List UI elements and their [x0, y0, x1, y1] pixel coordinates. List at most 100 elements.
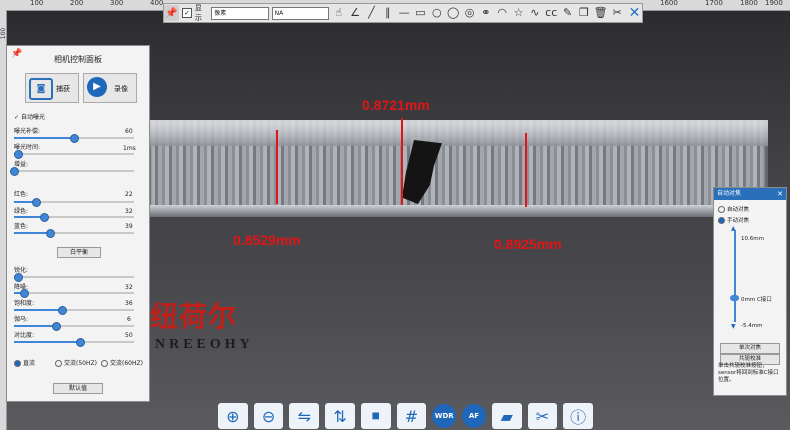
- show-checkbox[interactable]: ✓: [182, 8, 192, 18]
- exposure-time-slider[interactable]: [13, 150, 134, 159]
- slider-knob[interactable]: [40, 213, 49, 222]
- parallel-lines-icon[interactable]: ∥: [381, 6, 394, 20]
- show-label: 显示: [194, 4, 202, 22]
- slider-knob[interactable]: [70, 134, 79, 143]
- flip-vertical-icon[interactable]: ⇅: [325, 403, 355, 429]
- ellipse-icon[interactable]: ◯: [446, 6, 459, 20]
- measure-label-1: 0.8529mm: [233, 232, 301, 248]
- white-balance-button[interactable]: 白平衡: [57, 247, 101, 258]
- measure-line-2[interactable]: [401, 118, 403, 205]
- gain-slider[interactable]: [10, 167, 134, 176]
- denoise-slider[interactable]: [14, 289, 134, 298]
- ruler-tick: 100: [30, 0, 44, 7]
- auto-exposure-checkbox[interactable]: ✓ 自动曝光: [14, 112, 45, 121]
- concentric-circle-icon[interactable]: ◎: [463, 6, 476, 20]
- slider-knob[interactable]: [76, 338, 85, 347]
- dc-label: 直流: [23, 360, 36, 367]
- manual-focus-radio[interactable]: 手动对焦: [718, 216, 749, 224]
- autofocus-panel: 自动对焦 ✕ 自动对焦 手动对焦 ▲ ▼ 10.6mm 0mm C接口 -5.4m…: [713, 187, 787, 396]
- unit-select[interactable]: 像素: [211, 6, 269, 20]
- blue-label: 蓝色:: [14, 223, 29, 230]
- stop-icon[interactable]: ⏹: [360, 403, 391, 429]
- ruler-tick: 100: [0, 27, 8, 40]
- delete-icon[interactable]: 🗑: [594, 6, 608, 20]
- measure-line-1[interactable]: [276, 130, 278, 204]
- circle-icon[interactable]: ○: [430, 6, 443, 20]
- focus-slider-track[interactable]: [734, 230, 736, 322]
- ac60-radio[interactable]: 交流(60HZ): [101, 358, 143, 367]
- slider-knob[interactable]: [58, 306, 67, 315]
- default-button[interactable]: 默认值: [53, 383, 103, 394]
- red-slider[interactable]: [14, 198, 134, 207]
- close-icon[interactable]: ✕: [627, 5, 642, 21]
- pin-icon[interactable]: 📌: [164, 5, 180, 21]
- cut-icon[interactable]: ✂: [611, 6, 624, 20]
- panel-title: 相机控制面板: [54, 55, 102, 64]
- slider-knob[interactable]: [10, 167, 19, 176]
- link-icon[interactable]: ⚭: [479, 6, 492, 20]
- horizontal-line-icon[interactable]: —: [397, 6, 410, 20]
- slider-fill: [14, 137, 74, 139]
- af-icon[interactable]: AF: [462, 404, 486, 428]
- focus-slider-knob[interactable]: [730, 295, 739, 301]
- autofocus-title-text: 自动对焦: [717, 190, 742, 197]
- folder-icon[interactable]: ▰: [491, 403, 522, 429]
- angle-icon[interactable]: ∠: [348, 6, 361, 20]
- red-value: 22: [125, 191, 133, 198]
- sharpness-slider[interactable]: [13, 273, 134, 282]
- measure-line-3[interactable]: [525, 133, 527, 207]
- gamma-slider[interactable]: [14, 322, 134, 331]
- copy-icon[interactable]: ❐: [577, 6, 590, 20]
- close-icon[interactable]: ✕: [777, 188, 783, 200]
- tools-icon[interactable]: ✂: [527, 403, 558, 429]
- auto-focus-radio[interactable]: 自动对焦: [718, 205, 749, 213]
- hand-pointer-icon[interactable]: ☝: [332, 6, 345, 20]
- dc-radio[interactable]: 直流: [14, 358, 35, 367]
- bottom-toolbar: ⊕ ⊖ ⇋ ⇅ ⏹ # WDR AF ▰ ✂ ⓘ: [218, 402, 594, 430]
- na-select[interactable]: NA: [271, 6, 330, 20]
- measure-label-3: 0.8925mm: [494, 236, 562, 252]
- slider-knob[interactable]: [19, 289, 29, 298]
- cc-icon[interactable]: cc: [545, 6, 558, 20]
- rectangle-icon[interactable]: ▭: [414, 6, 427, 20]
- arc-icon[interactable]: ◠: [496, 6, 509, 20]
- slider-knob[interactable]: [13, 150, 23, 159]
- blue-slider[interactable]: [14, 229, 134, 238]
- single-focus-button[interactable]: 单次对焦: [720, 343, 780, 354]
- green-slider[interactable]: [14, 213, 134, 222]
- ac50-radio[interactable]: 交流(50HZ): [55, 358, 97, 367]
- brand-watermark-cn: 纽荷尔: [150, 300, 238, 333]
- arrow-down-icon[interactable]: ▼: [731, 323, 736, 330]
- slider-knob[interactable]: [46, 229, 55, 238]
- camera-control-panel: 📌 相机控制面板 ◙ 捕获 ▶ 录像 ✓ 自动曝光 曝光补偿: 60 曝光时间:…: [6, 45, 150, 402]
- slider-knob[interactable]: [52, 322, 61, 331]
- star-icon[interactable]: ☆: [512, 6, 525, 20]
- auto-focus-label: 自动对焦: [727, 207, 750, 213]
- specimen-bottom-edge: [148, 205, 768, 217]
- pencil-icon[interactable]: ✎: [561, 6, 574, 20]
- grid-icon[interactable]: #: [396, 403, 427, 429]
- info-icon[interactable]: ⓘ: [563, 403, 594, 429]
- exposure-comp-value: 60: [125, 128, 133, 135]
- capture-button[interactable]: ◙ 捕获: [25, 73, 79, 103]
- curve-icon[interactable]: ∿: [528, 6, 541, 20]
- ruler-tick: 1600: [660, 0, 678, 7]
- exposure-time-value: 1ms: [123, 145, 136, 152]
- slider-knob[interactable]: [31, 198, 41, 207]
- play-icon: ▶: [87, 77, 107, 97]
- ruler-tick: 1800: [740, 0, 758, 7]
- contrast-value: 50: [125, 332, 133, 339]
- saturation-slider[interactable]: [14, 306, 134, 315]
- flip-horizontal-icon[interactable]: ⇋: [289, 403, 320, 429]
- contrast-slider[interactable]: [14, 338, 134, 347]
- slider-knob[interactable]: [13, 273, 23, 282]
- record-button[interactable]: ▶ 录像: [83, 73, 137, 103]
- wdr-icon[interactable]: WDR: [432, 404, 457, 428]
- saturation-label: 饱和度:: [14, 300, 35, 307]
- exposure-comp-slider[interactable]: [14, 134, 134, 143]
- zoom-out-icon[interactable]: ⊖: [253, 403, 284, 429]
- zoom-in-icon[interactable]: ⊕: [218, 403, 248, 429]
- line-icon[interactable]: ╱: [365, 6, 378, 20]
- focus-help-text: 单击共轭校准按钮，sensor将回到标准C接口位置。: [718, 363, 779, 383]
- saturation-value: 36: [125, 300, 133, 307]
